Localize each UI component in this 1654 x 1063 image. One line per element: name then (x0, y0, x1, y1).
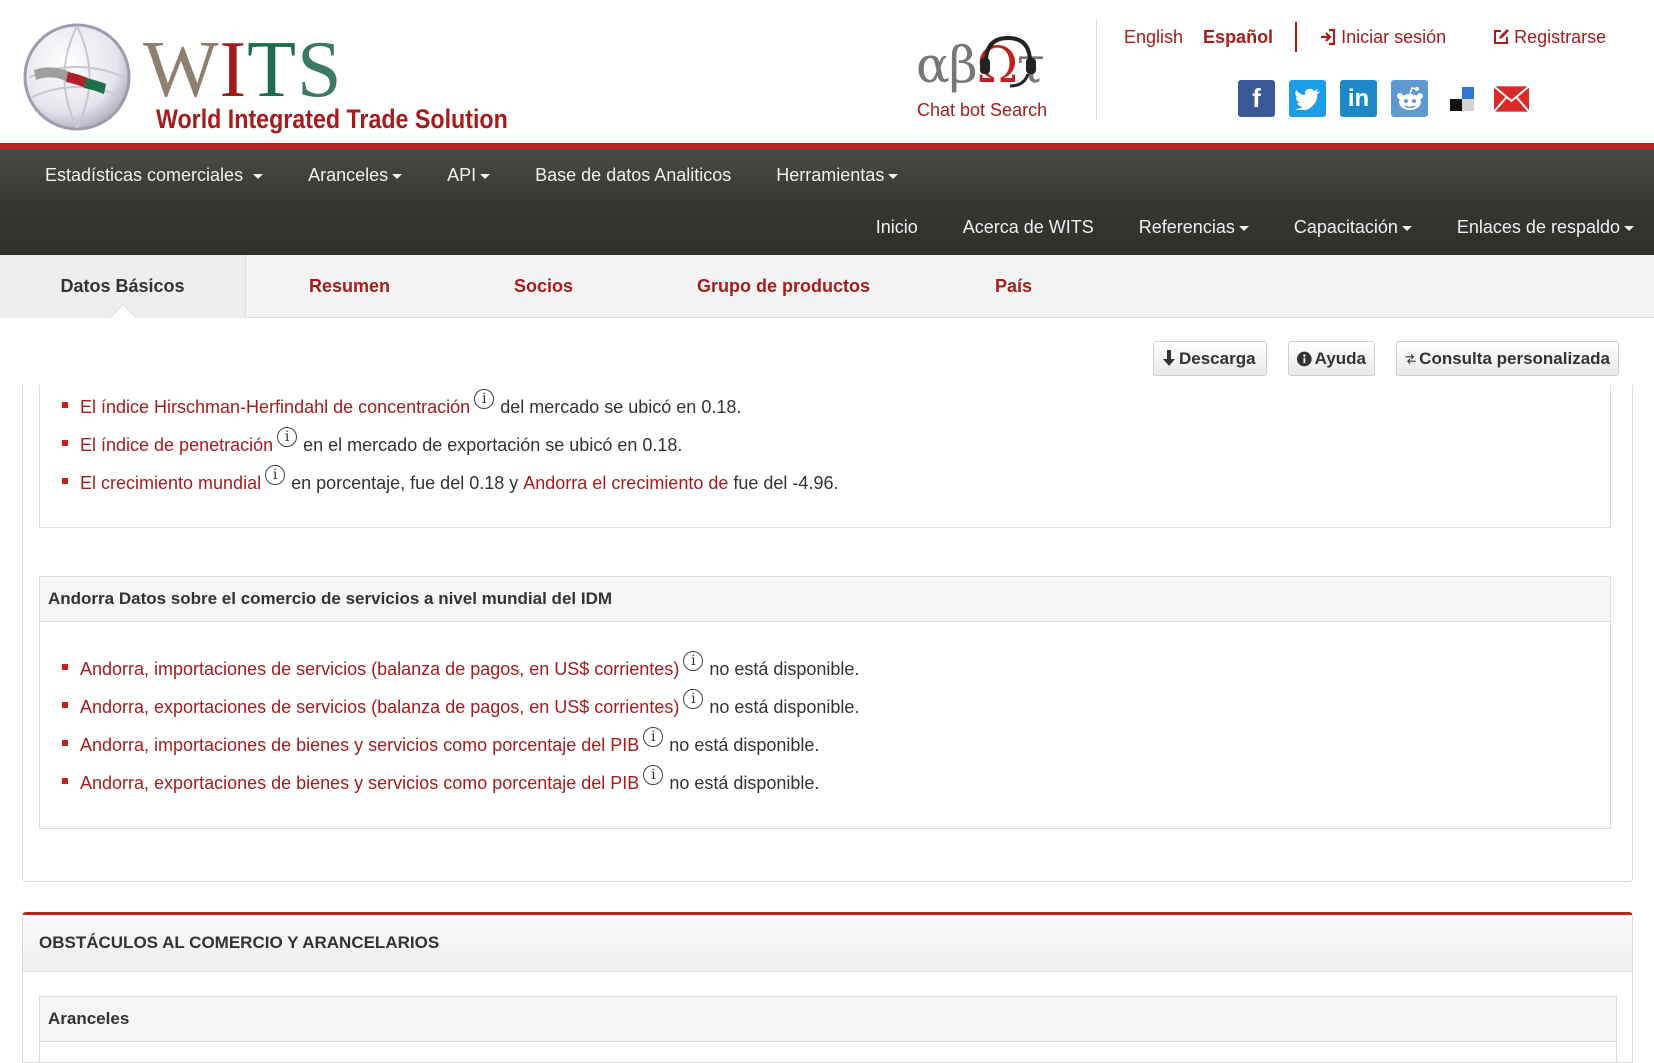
list-item: El índice de penetración i en el mercado … (62, 426, 838, 464)
edit-icon (1494, 29, 1510, 44)
caret-down-icon (888, 173, 899, 179)
chatbot-label: Chat bot Search (917, 100, 1048, 120)
site-header: WITS World Integrated Trade Solution αβΩ… (0, 0, 1654, 143)
bullet-marker (62, 402, 68, 408)
list-item: Andorra, exportaciones de servicios (bal… (62, 688, 859, 726)
bullet-marker (62, 478, 68, 484)
sign-in-icon (1321, 28, 1336, 46)
info-icon[interactable]: i (265, 465, 286, 485)
bullet-marker (62, 740, 68, 746)
reddit-icon[interactable] (1391, 80, 1428, 117)
delicious-icon[interactable] (1442, 80, 1479, 117)
caret-down-icon (1401, 225, 1412, 231)
nav-referencias[interactable]: Referencias (1139, 217, 1249, 238)
nav-estadisticas-comerciales[interactable]: Estadísticas comerciales (45, 165, 264, 186)
goods-services-imports-gdp-link[interactable]: Andorra, importaciones de bienes y servi… (80, 735, 639, 756)
list-item: Andorra, exportaciones de bienes y servi… (62, 764, 859, 802)
info-icon (1297, 351, 1312, 366)
language-separator (1295, 22, 1298, 52)
facebook-icon[interactable]: f (1238, 80, 1275, 117)
services-trade-list: Andorra, importaciones de servicios (bal… (62, 650, 859, 802)
trade-barriers-title: OBSTÁCULOS AL COMERCIO Y ARANCELARIOS (23, 915, 1632, 972)
info-icon[interactable]: i (474, 389, 495, 409)
chatbot-search[interactable]: αβΩτ Chat bot Search (912, 30, 1072, 122)
nav-base-de-datos[interactable]: Base de datos Analiticos (535, 165, 731, 186)
linkedin-icon[interactable]: in (1340, 80, 1377, 117)
tariffs-title: Aranceles (40, 997, 1616, 1042)
exchange-icon (1405, 353, 1416, 364)
info-icon[interactable]: i (643, 765, 664, 785)
bullet-marker (62, 778, 68, 784)
caret-down-icon (480, 173, 491, 179)
download-button[interactable]: Descarga (1153, 341, 1267, 376)
main-nav: Estadísticas comerciales Aranceles API B… (0, 149, 1654, 255)
tariffs-box: Aranceles (39, 996, 1617, 1063)
services-imports-link[interactable]: Andorra, importaciones de servicios (bal… (80, 659, 679, 680)
download-icon (1163, 349, 1175, 366)
nav-herramientas[interactable]: Herramientas (776, 165, 899, 186)
info-icon[interactable]: i (643, 727, 664, 747)
header-divider (1096, 20, 1097, 120)
nav-inicio[interactable]: Inicio (876, 217, 918, 238)
custom-query-button[interactable]: Consulta personalizada (1396, 341, 1619, 376)
caret-down-icon (253, 173, 264, 179)
register-label: Registrarse (1514, 26, 1607, 47)
wits-tagline[interactable]: World Integrated Trade Solution (156, 104, 508, 135)
top-links: English Español Iniciar sesión Registrar… (1124, 22, 1606, 52)
world-growth-link[interactable]: El crecimiento mundial (80, 473, 261, 494)
login-label: Iniciar sesión (1341, 26, 1447, 47)
wits-logo-text[interactable]: WITS (143, 30, 343, 110)
nav-enlaces-de-respaldo[interactable]: Enlaces de respaldo (1457, 217, 1634, 238)
main-nav-row-1: Estadísticas comerciales Aranceles API B… (45, 149, 943, 201)
caret-down-icon (1238, 225, 1249, 231)
info-icon[interactable]: i (683, 689, 704, 709)
caret-down-icon (1624, 225, 1634, 231)
help-button[interactable]: Ayuda (1288, 341, 1375, 376)
list-item: Andorra, importaciones de servicios (bal… (62, 650, 859, 688)
market-indicators-list: El índice Hirschman-Herfindahl de concen… (62, 388, 838, 502)
list-item: El crecimiento mundial i en porcentaje, f… (62, 464, 838, 502)
bullet-marker (62, 702, 68, 708)
language-english-link[interactable]: English (1124, 27, 1183, 48)
services-exports-link[interactable]: Andorra, exportaciones de servicios (bal… (80, 697, 679, 718)
twitter-icon[interactable] (1289, 80, 1326, 117)
email-icon[interactable] (1493, 80, 1530, 117)
social-links: f in (1238, 80, 1530, 117)
main-nav-row-2: Inicio Acerca de WITS Referencias Capaci… (831, 201, 1634, 253)
bullet-marker (62, 664, 68, 670)
caret-down-icon (392, 173, 403, 179)
nav-api[interactable]: API (447, 165, 491, 186)
page-tabs: Datos Básicos Resumen Socios Grupo de pr… (0, 255, 1654, 318)
goods-services-exports-gdp-link[interactable]: Andorra, exportaciones de bienes y servi… (80, 773, 639, 794)
headset-icon (980, 35, 1036, 88)
tab-socios[interactable]: Socios (514, 255, 573, 318)
list-item: El índice Hirschman-Herfindahl de concen… (62, 388, 838, 426)
nav-acerca-de-wits[interactable]: Acerca de WITS (963, 217, 1094, 238)
list-item: Andorra, importaciones de bienes y servi… (62, 726, 859, 764)
register-link[interactable]: Registrarse (1492, 27, 1606, 48)
language-spanish-link[interactable]: Español (1203, 27, 1273, 48)
tab-resumen[interactable]: Resumen (309, 255, 390, 318)
andorra-growth-link[interactable]: Andorra el crecimiento de (523, 473, 728, 494)
login-link[interactable]: Iniciar sesión (1319, 27, 1446, 48)
nav-aranceles[interactable]: Aranceles (308, 165, 403, 186)
info-icon[interactable]: i (277, 427, 298, 447)
nav-capacitacion[interactable]: Capacitación (1294, 217, 1412, 238)
penetration-index-link[interactable]: El índice de penetración (80, 435, 273, 456)
tab-pais[interactable]: País (995, 255, 1032, 318)
info-icon[interactable]: i (683, 651, 704, 671)
services-trade-title: Andorra Datos sobre el comercio de servi… (40, 577, 1610, 622)
tab-grupo-de-productos[interactable]: Grupo de productos (697, 255, 870, 318)
wits-globe-logo[interactable] (22, 22, 132, 132)
bullet-marker (62, 440, 68, 446)
hhi-concentration-link[interactable]: El índice Hirschman-Herfindahl de concen… (80, 397, 470, 418)
